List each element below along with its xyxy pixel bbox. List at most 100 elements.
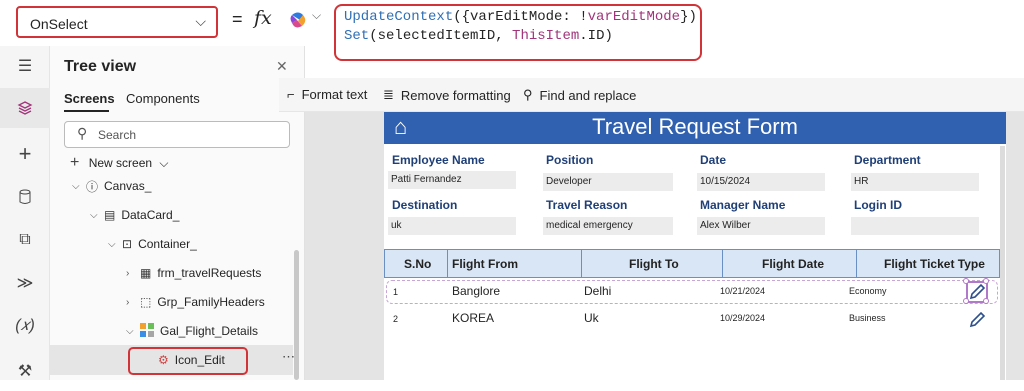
gallery-icon	[140, 322, 154, 340]
form-icon: ▦	[140, 266, 152, 280]
tree-node-gallery[interactable]: ⌵ Gal_Flight_Details	[126, 317, 258, 345]
node-label: DataCard_	[121, 208, 180, 222]
column-header-flight-from: Flight From	[452, 257, 518, 271]
column-header-ticket-type: Flight Ticket Type	[884, 257, 985, 271]
datacard-icon: ▤	[104, 208, 116, 222]
plus-icon: +	[70, 154, 80, 171]
field-label-position: Position	[546, 153, 594, 167]
property-value: OnSelect	[30, 16, 88, 32]
chevron-down-icon: ⌵	[126, 325, 134, 337]
cell-flight-to: Delhi	[584, 284, 612, 298]
remove-formatting-button[interactable]: ≣ Remove formatting	[383, 87, 511, 103]
field-destination[interactable]: uk	[388, 217, 516, 235]
field-label-date: Date	[700, 153, 727, 167]
cell-flight-from: Banglore	[452, 284, 501, 298]
power-automate-icon[interactable]: ≫	[0, 263, 50, 303]
tools-icon[interactable]: ⚒	[0, 351, 50, 391]
chevron-down-icon[interactable]: ⌵	[312, 8, 321, 23]
scrollbar[interactable]	[1000, 146, 1005, 380]
column-divider	[581, 249, 582, 278]
cell-ticket-type: Economy	[849, 286, 887, 296]
left-rail: ☰ + ⧉ ≫ (𝑥) ⚒	[0, 46, 50, 380]
resize-handle[interactable]	[963, 298, 969, 304]
field-label-department: Department	[854, 153, 921, 167]
close-icon[interactable]: ✕	[276, 58, 288, 75]
node-label: Grp_FamilyHeaders	[157, 295, 265, 309]
copilot-icon[interactable]	[289, 11, 307, 29]
pencil-icon[interactable]	[968, 311, 986, 329]
field-employee-name[interactable]: Patti Fernandez	[388, 171, 516, 189]
formula-end: .ID)	[579, 28, 613, 44]
find-replace-button[interactable]: ⚲ Find and replace	[523, 87, 636, 103]
tab-underline	[64, 110, 109, 112]
cell-sno: 2	[393, 314, 399, 324]
pane-title: Tree view	[64, 58, 137, 75]
app-title: Travel Request Form	[592, 114, 798, 139]
media-icon[interactable]: ⧉	[0, 220, 50, 260]
column-divider	[856, 249, 857, 278]
group-icon: ⬚	[140, 295, 152, 309]
chevron-down-icon: ⌵	[72, 180, 80, 192]
remove-formatting-icon: ≣	[383, 87, 394, 102]
equals-sign: =	[232, 9, 243, 29]
resize-handle[interactable]	[963, 278, 969, 284]
chevron-right-icon: ›	[126, 267, 130, 279]
field-manager-name[interactable]: Alex Wilber	[697, 217, 825, 235]
field-label-travel-reason: Travel Reason	[546, 198, 628, 212]
tree-node-group[interactable]: › ⬚ Grp_FamilyHeaders	[126, 288, 265, 316]
node-label: Container_	[138, 237, 197, 251]
column-divider	[722, 249, 723, 278]
layers-icon[interactable]	[0, 88, 50, 128]
format-text-label: Format text	[301, 87, 368, 102]
new-screen-button[interactable]: + New screen ⌵	[70, 154, 169, 172]
formula-toolbar: ⌐ Format text ≣ Remove formatting ⚲ Find…	[279, 78, 1024, 112]
data-icon[interactable]	[0, 177, 50, 217]
formula-var: ThisItem	[512, 28, 580, 44]
field-label-destination: Destination	[392, 198, 458, 212]
formula-text[interactable]: UpdateContext({varEditMode: !varEditMode…	[344, 8, 697, 46]
field-label-login-id: Login ID	[854, 198, 902, 212]
field-travel-reason[interactable]: medical emergency	[543, 217, 673, 235]
scrollbar[interactable]	[294, 250, 299, 380]
node-label: frm_travelRequests	[157, 266, 262, 280]
formula-end: })	[680, 9, 697, 25]
resize-handle[interactable]	[983, 278, 989, 284]
column-header-sno: S.No	[404, 257, 432, 271]
cell-ticket-type: Business	[849, 313, 886, 323]
field-department[interactable]: HR	[851, 173, 979, 191]
node-label: Canvas_	[104, 179, 152, 193]
search-input[interactable]: ⚲ Search	[64, 121, 290, 148]
search-icon: ⚲	[523, 87, 533, 102]
cell-flight-from: KOREA	[452, 311, 495, 325]
field-label-employee-name: Employee Name	[392, 153, 485, 167]
chevron-down-icon: ⌵	[159, 156, 169, 170]
tab-screens[interactable]: Screens	[64, 91, 115, 106]
formula-fn: Set	[344, 28, 370, 44]
insert-icon[interactable]: +	[0, 134, 50, 174]
formula-args: (selectedItemID,	[369, 28, 513, 44]
chevron-right-icon: ›	[126, 296, 130, 308]
tree-node-datacard[interactable]: ⌵ ▤ DataCard_	[90, 201, 179, 229]
column-divider	[447, 249, 448, 278]
chevron-down-icon: ⌵	[195, 13, 206, 29]
variables-icon[interactable]: (𝑥)	[0, 306, 50, 346]
hamburger-menu-icon[interactable]: ☰	[0, 46, 50, 86]
fx-icon[interactable]: fx	[254, 7, 272, 29]
search-placeholder: Search	[98, 128, 137, 142]
cell-flight-date: 10/21/2024	[720, 286, 766, 296]
property-dropdown[interactable]: OnSelect ⌵	[16, 6, 218, 38]
field-position[interactable]: Developer	[543, 173, 673, 191]
formula-args: ({varEditMode: !	[453, 9, 588, 25]
resize-handle[interactable]	[983, 298, 989, 304]
tab-components[interactable]: Components	[126, 91, 200, 106]
tree-node-canvas[interactable]: ⌵ ⓘ Canvas_	[72, 172, 151, 200]
tree-node-container[interactable]: ⌵ ⊡ Container_	[108, 230, 197, 258]
field-login-id[interactable]	[851, 217, 979, 235]
field-date[interactable]: 10/15/2024	[697, 173, 825, 191]
canvas-icon: ⓘ	[86, 179, 99, 194]
tree-node-form[interactable]: › ▦ frm_travelRequests	[126, 259, 261, 287]
column-header-flight-date: Flight Date	[762, 257, 824, 271]
remove-formatting-label: Remove formatting	[400, 87, 511, 103]
field-label-manager-name: Manager Name	[700, 198, 786, 212]
format-text-button[interactable]: ⌐ Format text	[287, 87, 367, 102]
